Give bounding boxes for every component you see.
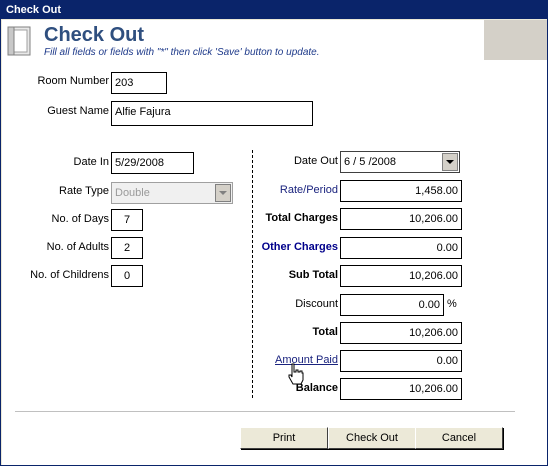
header-banner: Check Out Fill all fields or fields with… bbox=[2, 20, 484, 60]
guest-name-field[interactable]: Alfie Fajura bbox=[111, 101, 313, 126]
footer-divider bbox=[15, 411, 515, 412]
check-out-button[interactable]: Check Out bbox=[328, 427, 416, 449]
date-out-value: 6 / 5 /2008 bbox=[344, 156, 396, 168]
total-charges-field[interactable]: 10,206.00 bbox=[340, 208, 462, 230]
rate-period-label: Rate/Period bbox=[279, 184, 338, 196]
page-title: Check Out bbox=[44, 24, 145, 46]
document-icon bbox=[7, 26, 31, 56]
rate-type-select[interactable]: Double bbox=[111, 182, 233, 204]
chevron-down-icon[interactable] bbox=[215, 184, 231, 202]
other-charges-label: Other Charges bbox=[261, 241, 338, 253]
balance-field[interactable]: 10,206.00 bbox=[340, 378, 462, 400]
sub-total-field[interactable]: 10,206.00 bbox=[340, 265, 462, 287]
header-side-panel bbox=[484, 20, 547, 60]
amount-paid-field[interactable]: 0.00 bbox=[340, 350, 462, 372]
children-field[interactable]: 0 bbox=[111, 265, 143, 287]
adults-field[interactable]: 2 bbox=[111, 237, 143, 259]
days-label: No. of Days bbox=[51, 213, 109, 225]
page-subtitle: Fill all fields or fields with "*" then … bbox=[44, 47, 320, 58]
date-out-picker[interactable]: 6 / 5 /2008 bbox=[340, 151, 460, 173]
hand-pointer-icon bbox=[288, 363, 304, 385]
check-out-window: Check Out Check Out Fill all fields or f… bbox=[0, 0, 548, 466]
room-number-field[interactable]: 203 bbox=[111, 72, 167, 94]
total-field[interactable]: 10,206.00 bbox=[340, 322, 462, 344]
date-in-label: Date In bbox=[73, 156, 109, 168]
chevron-down-icon[interactable] bbox=[442, 153, 458, 171]
rate-type-label: Rate Type bbox=[59, 185, 109, 197]
window-title: Check Out bbox=[1, 1, 547, 19]
other-charges-field[interactable]: 0.00 bbox=[340, 237, 462, 259]
adults-label: No. of Adults bbox=[46, 241, 109, 253]
rate-period-field[interactable]: 1,458.00 bbox=[340, 180, 462, 202]
discount-label: Discount bbox=[295, 298, 338, 310]
total-charges-label: Total Charges bbox=[265, 212, 338, 224]
children-label: No. of Childrens bbox=[30, 269, 109, 281]
rate-type-value: Double bbox=[115, 187, 150, 199]
date-out-label: Date Out bbox=[293, 155, 338, 167]
room-number-label: Room Number bbox=[37, 75, 109, 87]
guest-name-label: Guest Name bbox=[47, 105, 109, 117]
print-button[interactable]: Print bbox=[240, 427, 328, 449]
total-label: Total bbox=[312, 326, 338, 338]
cancel-button[interactable]: Cancel bbox=[415, 427, 503, 449]
discount-field[interactable]: 0.00 bbox=[340, 294, 444, 316]
discount-unit: % bbox=[447, 298, 457, 310]
sub-total-label: Sub Total bbox=[288, 269, 338, 281]
date-in-field[interactable]: 5/29/2008 bbox=[111, 152, 194, 174]
days-field[interactable]: 7 bbox=[111, 209, 143, 231]
